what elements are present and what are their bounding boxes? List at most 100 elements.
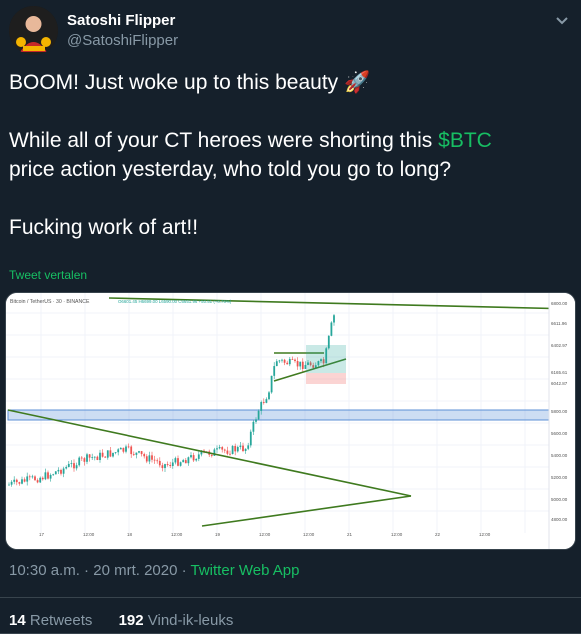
candle-body (127, 446, 130, 448)
candle-body (265, 399, 268, 403)
candle-body (96, 456, 99, 461)
candle-body (83, 458, 86, 462)
cashtag-link[interactable]: $BTC (438, 129, 492, 152)
like-count: 192 (118, 612, 144, 629)
candle-body (106, 450, 109, 458)
x-tick-label: 12:00 (391, 532, 403, 537)
candle-body (223, 449, 226, 451)
candle-body (294, 359, 296, 362)
candle-body (70, 463, 73, 464)
candle-body (281, 359, 283, 361)
candle-body (156, 460, 159, 462)
candle-body (275, 361, 278, 367)
trading-chart: 6800.00 6611.96 6402.97 6165.61 6042.87 5800.… (6, 293, 575, 549)
x-tick-label: 12:00 (303, 532, 315, 537)
candle-body (283, 359, 286, 363)
candle-body (112, 452, 114, 457)
tweet-card: Satoshi Flipper @SatoshiFlipper BOOM! Ju… (0, 0, 581, 634)
candle-body (192, 455, 195, 461)
candle-body (257, 410, 260, 420)
candle-body (73, 463, 75, 469)
candle-body (13, 479, 16, 482)
retweet-label: Retweets (29, 612, 93, 629)
candle-body (270, 375, 273, 393)
y-tick-label: 5200.00 (551, 475, 568, 480)
candle-body (164, 464, 166, 469)
candle-body (138, 451, 140, 453)
avatar[interactable] (9, 6, 58, 55)
y-tick-label: 6402.97 (551, 343, 568, 348)
tweet-line2-before: While all of your CT heroes were shortin… (9, 129, 439, 152)
candle-body (226, 450, 229, 454)
candle-body (47, 472, 49, 479)
x-tick-label: 12:00 (479, 532, 491, 537)
chart-image[interactable]: 6800.00 6611.96 6402.97 6165.61 6042.87 5800.… (5, 292, 576, 550)
candle-body (130, 446, 133, 455)
candle-body (21, 479, 23, 484)
candle-body (221, 447, 224, 450)
candle-body (119, 447, 122, 450)
candle-body (18, 482, 21, 484)
candle-body (151, 455, 153, 460)
likes-stat[interactable]: 192 Vind-ik-leuks (119, 612, 234, 629)
x-tick-label: 12:00 (83, 532, 95, 537)
candle-body (218, 447, 221, 449)
y-tick-label: 6042.87 (551, 381, 568, 386)
candle-body (101, 452, 104, 457)
chart-ohlc: O6601.45 H6699.00 L6590.00 C6651.96 +50.… (118, 299, 232, 304)
candle-body (91, 457, 94, 459)
candle-body (62, 468, 65, 474)
chart-symbol: Bitcoin / TetherUS · 30 · BINANCE (10, 299, 90, 305)
candle-body (122, 447, 125, 452)
x-tick-label: 22 (435, 532, 441, 537)
candle-body (288, 358, 291, 365)
author-handle[interactable]: @SatoshiFlipper (67, 32, 178, 49)
candle-body (8, 484, 10, 486)
y-tick-label: 5800.00 (551, 409, 568, 414)
candle-body (78, 457, 81, 466)
tweet-time[interactable]: 10:30 a.m. (9, 562, 80, 579)
author-name[interactable]: Satoshi Flipper (67, 12, 175, 29)
candle-body (177, 458, 179, 466)
candle-body (229, 453, 231, 455)
x-tick-label: 19 (215, 532, 221, 537)
tweet-line1: BOOM! Just woke up to this beauty (9, 71, 344, 94)
candle-body (44, 472, 47, 480)
candle-body (252, 421, 255, 432)
candle-body (169, 465, 172, 466)
candle-body (65, 466, 68, 469)
x-tick-label: 12:00 (259, 532, 271, 537)
candle-body (60, 469, 62, 474)
candle-body (255, 419, 257, 422)
source-app[interactable]: Twitter Web App (191, 562, 300, 579)
candle-body (39, 477, 42, 483)
candle-body (210, 454, 213, 456)
candle-body (153, 459, 156, 461)
meta-separator: · (177, 562, 191, 579)
candle-body (41, 477, 44, 480)
candle-body (190, 455, 192, 458)
tweet-line2-after: price action yesterday, who told you go … (9, 158, 452, 181)
candle-body (296, 361, 299, 367)
candle-body (333, 315, 335, 323)
divider (0, 597, 581, 598)
x-tick-label: 17 (39, 532, 45, 537)
candle-body (301, 361, 304, 369)
candle-body (174, 458, 177, 463)
translate-link[interactable]: Tweet vertalen (9, 268, 87, 282)
retweet-count: 14 (9, 612, 26, 629)
x-tick-label: 18 (127, 532, 133, 537)
candle-body (88, 454, 91, 458)
candle-body (247, 445, 250, 449)
y-tick-label: 5600.00 (551, 431, 568, 436)
candle-body (179, 462, 182, 466)
candle-body (54, 471, 57, 475)
x-tick-label: 12:00 (171, 532, 183, 537)
candle-body (262, 402, 265, 403)
candle-body (26, 476, 29, 482)
retweets-stat[interactable]: 14 Retweets (9, 612, 92, 629)
candle-body (104, 456, 107, 458)
candle-body (114, 452, 117, 454)
tweet-date[interactable]: 20 mrt. 2020 (93, 562, 177, 579)
chevron-down-icon[interactable] (552, 10, 572, 30)
